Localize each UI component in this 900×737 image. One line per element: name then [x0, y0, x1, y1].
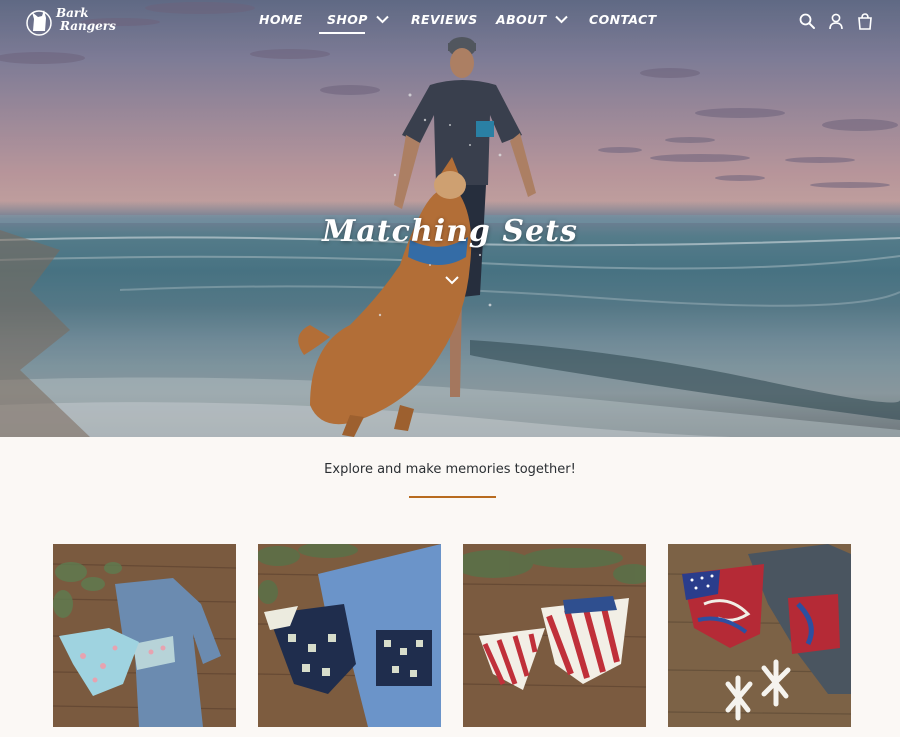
product-grid	[53, 544, 853, 727]
product-image-navy-aztec-bandana	[258, 544, 441, 727]
nav-label: ABOUT	[496, 12, 547, 27]
nav-item-shop[interactable]: SHOP	[327, 12, 389, 27]
nav-label: CONTACT	[589, 12, 657, 27]
brand-logo[interactable]: Bark Rangers	[24, 5, 116, 37]
brand-name-line2: Rangers	[60, 19, 116, 33]
dog-head-logo-icon	[26, 10, 52, 36]
cart-icon[interactable]	[856, 12, 874, 30]
nav-label: SHOP	[327, 12, 368, 27]
chevron-down-icon[interactable]	[444, 274, 460, 286]
product-card-3[interactable]	[463, 544, 646, 727]
nav-item-reviews[interactable]: REVIEWS	[411, 12, 478, 27]
search-icon[interactable]	[798, 12, 816, 30]
header-actions	[798, 12, 874, 32]
hero-banner: Bark Rangers HOME SHOP REVIEWS ABOUT CON…	[0, 0, 900, 437]
nav-label: REVIEWS	[411, 12, 478, 27]
product-image-patriotic-marble-bandana	[668, 544, 851, 727]
hero-title: Matching Sets	[322, 214, 578, 249]
nav-item-about[interactable]: ABOUT	[496, 12, 568, 27]
product-card-2[interactable]	[258, 544, 441, 727]
product-image-red-stripe-bandanas	[463, 544, 646, 727]
section-tagline: Explore and make memories together!	[324, 462, 576, 477]
nav-item-contact[interactable]: CONTACT	[589, 12, 657, 27]
tagline-divider	[409, 496, 496, 498]
product-image-floral-bandana	[53, 544, 236, 727]
brand-wordmark: Bark Rangers	[56, 7, 116, 33]
product-card-4[interactable]	[668, 544, 851, 727]
chevron-down-icon	[554, 15, 568, 24]
active-nav-underline	[319, 32, 365, 34]
product-card-1[interactable]	[53, 544, 236, 727]
site-header: Bark Rangers HOME SHOP REVIEWS ABOUT CON…	[0, 0, 900, 44]
account-icon[interactable]	[827, 12, 845, 30]
nav-label: HOME	[259, 12, 303, 27]
nav-item-home[interactable]: HOME	[259, 12, 303, 27]
chevron-down-icon	[376, 15, 389, 24]
